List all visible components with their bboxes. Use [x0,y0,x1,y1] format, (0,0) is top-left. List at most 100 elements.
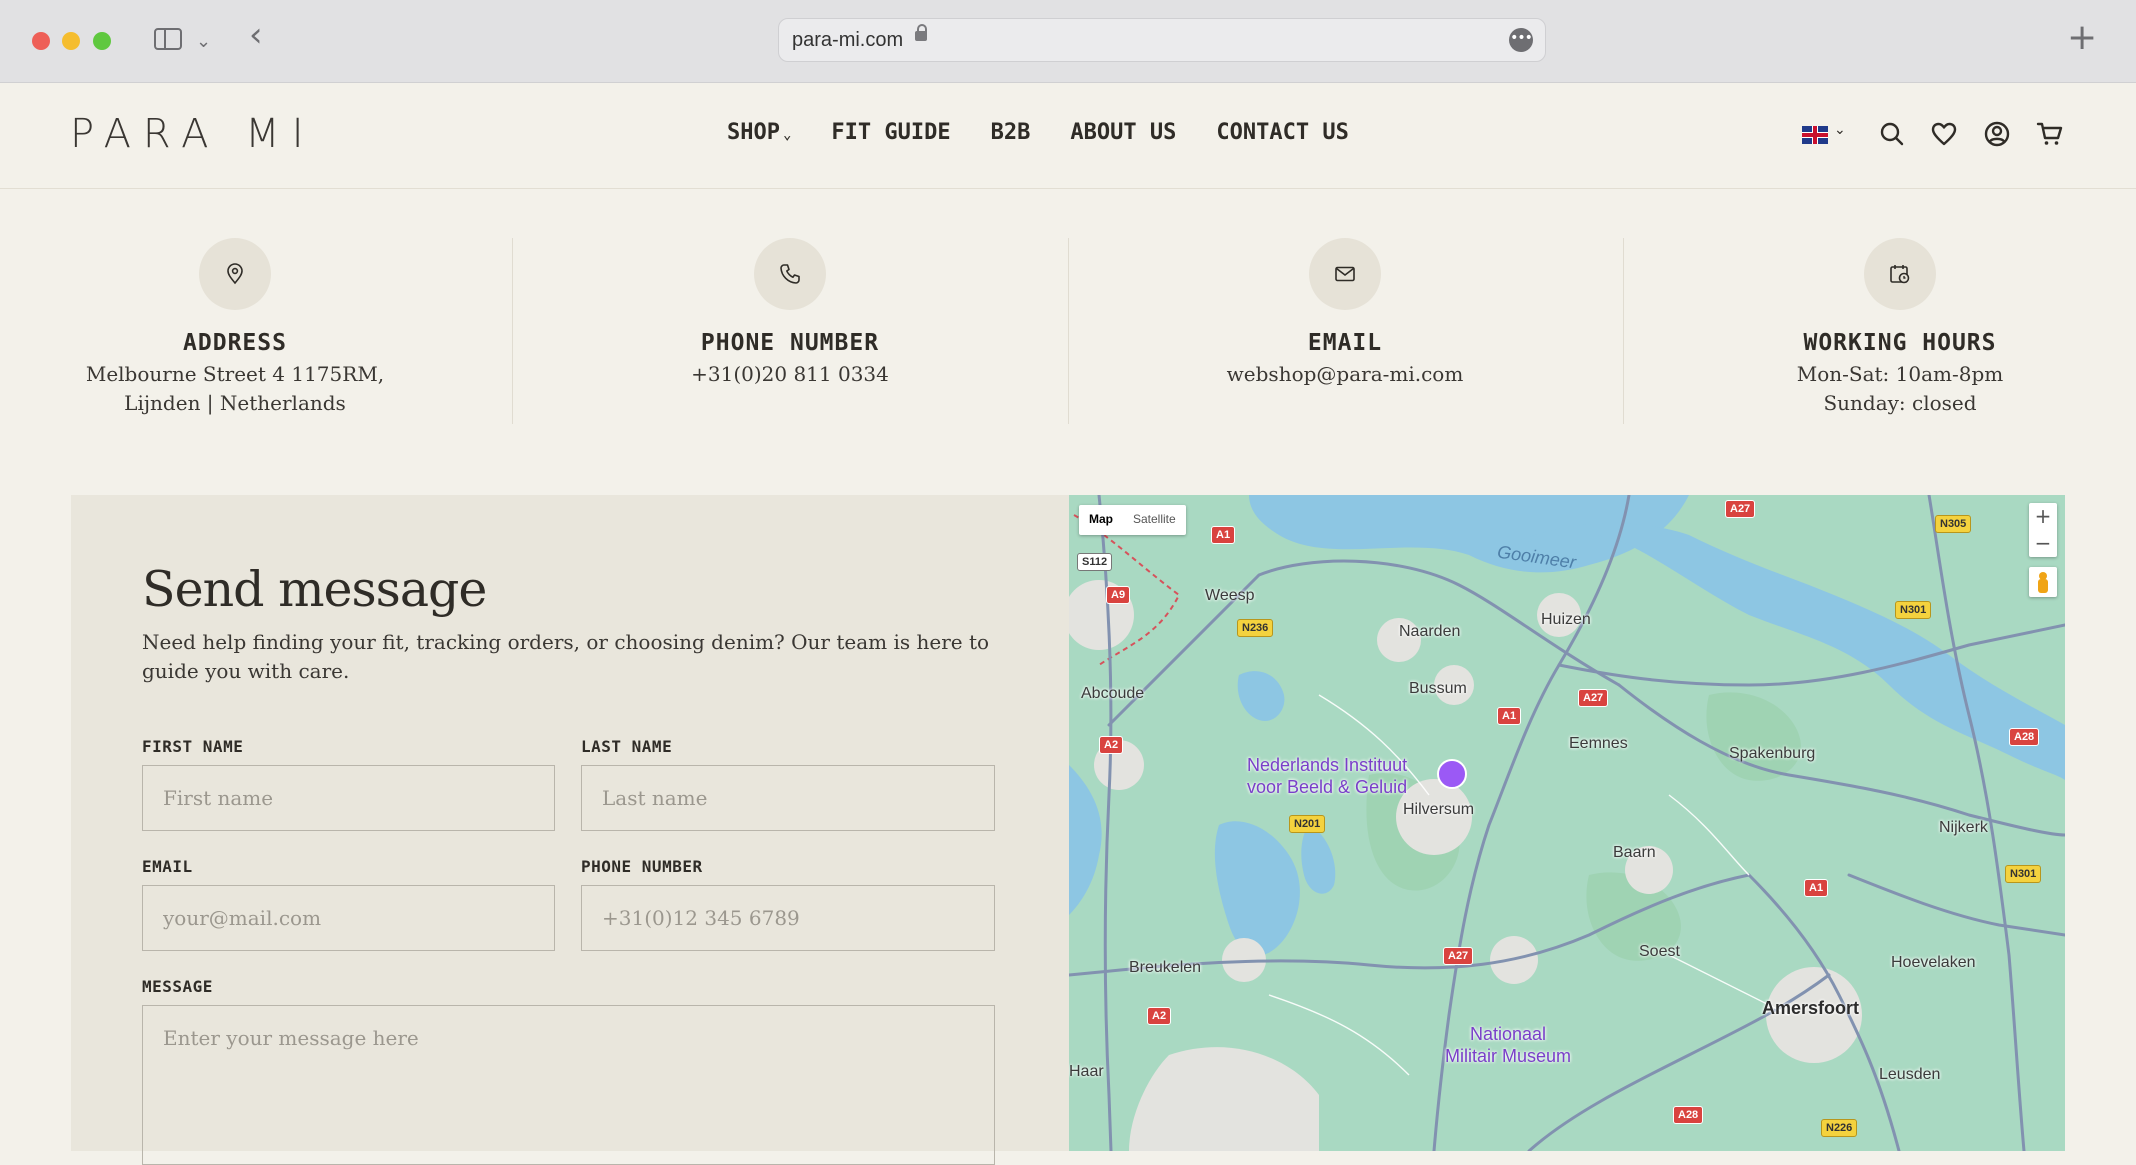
zoom-in-button[interactable]: + [2029,503,2057,530]
email-line[interactable]: webshop@para-mi.com [1068,364,1622,384]
nav-fit-guide[interactable]: FIT GUIDE [831,120,950,145]
map-label: Hoevelaken [1891,954,1976,971]
mail-icon [1309,238,1381,310]
lock-icon [915,24,927,41]
plus-icon[interactable]: + [2067,20,2097,56]
last-name-label: LAST NAME [581,737,673,756]
road-shield: A27 [1443,947,1474,965]
address-line1: Melbourne Street 4 1175RM, [85,362,385,386]
chevron-down-icon: ⌄ [782,127,792,143]
sidebar-icon[interactable] [154,28,182,50]
address-title: ADDRESS [183,330,287,356]
map-type-control: Map Satellite [1079,505,1186,535]
map-label: Haar [1069,1063,1104,1080]
url-text: para-mi.com [792,29,904,51]
map-label: Huizen [1541,611,1591,628]
road-shield: A27 [1725,500,1756,518]
map-label: Baarn [1613,844,1656,861]
send-message-form: Send message Need help finding your fit,… [71,495,1069,1165]
map-label: Bussum [1409,680,1467,697]
nav-b2b[interactable]: B2B [991,120,1031,145]
search-icon[interactable] [1878,120,1906,148]
account-icon[interactable] [1983,120,2011,148]
minimize-window-button[interactable] [62,32,80,50]
heart-icon[interactable] [1930,120,1958,148]
more-icon[interactable]: ••• [1509,28,1533,52]
poi-line: Nederlands Instituut [1247,755,1408,775]
uk-flag-icon[interactable] [1802,126,1828,144]
nav-shop[interactable]: SHOP ⌄ [727,120,791,145]
email-title: EMAIL [1307,330,1383,356]
last-name-input[interactable] [581,765,995,831]
message-textarea[interactable] [142,1005,995,1165]
road-shield: A2 [1099,736,1124,754]
chevron-down-icon[interactable]: ⌄ [1834,122,1846,138]
road-shield: N236 [1237,619,1274,637]
email-label: EMAIL [142,857,193,876]
maximize-window-button[interactable] [93,32,111,50]
map-label: Soest [1639,943,1680,960]
location-pin-icon [199,238,271,310]
poi-line: Nationaal [1469,1024,1547,1044]
map-label: Weesp [1205,587,1255,604]
hours-line2: Sunday: closed [1823,391,1977,415]
road-shield: N201 [1289,815,1326,833]
hours-block: WORKING HOURS Mon-Sat: 10am-8pm Sunday: … [1623,238,2136,413]
browser-toolbar: ⌄ ‹ para-mi.com ••• + [0,0,2136,83]
map-label: Hilversum [1403,801,1475,818]
logo[interactable]: PARA MI [70,111,315,157]
map-poi-label[interactable]: Nationaal Militair Museum [1445,1023,1571,1067]
form-description: Need help finding your fit, tracking ord… [142,630,990,683]
road-shield: N305 [1935,515,1972,533]
address-bar[interactable]: para-mi.com ••• [778,18,1546,62]
road-shield: A28 [1673,1106,1704,1124]
zoom-out-button[interactable]: − [2029,530,2057,557]
form-title: Send message [142,561,487,618]
road-shield: A1 [1211,526,1236,544]
hours-title: WORKING HOURS [1803,330,1997,356]
map-type-satellite[interactable]: Satellite [1123,505,1186,535]
site-header: PARA MI SHOP ⌄ FIT GUIDE B2B ABOUT US CON… [0,82,2136,189]
map-label: Naarden [1399,623,1461,640]
address-block: ADDRESS Melbourne Street 4 1175RM, Lijnd… [0,238,512,413]
first-name-input[interactable] [142,765,555,831]
nav-about-us[interactable]: ABOUT US [1070,120,1176,145]
road-shield: A2 [1147,1007,1172,1025]
cart-icon[interactable] [2036,120,2064,148]
calendar-clock-icon [1864,238,1936,310]
map-type-map[interactable]: Map [1079,505,1123,535]
chevron-down-icon[interactable]: ⌄ [196,31,211,52]
back-arrow-icon[interactable]: ‹ [249,18,263,52]
email-input[interactable] [142,885,555,951]
road-shield: N226 [1821,1119,1858,1137]
road-shield: N301 [2005,865,2042,883]
road-shield: A9 [1106,586,1131,604]
poi-line: Militair Museum [1445,1046,1572,1066]
map-poi-label[interactable]: Nederlands Instituut voor Beeld & Geluid [1247,754,1407,798]
map-label: Nijkerk [1939,819,1988,836]
road-shield: A1 [1804,879,1829,897]
road-shield: A1 [1497,707,1522,725]
phone-input[interactable] [581,885,995,951]
phone-block: PHONE NUMBER +31(0)20 811 0334 [513,238,1067,384]
nav-contact-us[interactable]: CONTACT US [1216,120,1348,145]
phone-icon [754,238,826,310]
main-nav: SHOP ⌄ FIT GUIDE B2B ABOUT US CONTACT US [727,120,1389,145]
map-label: Abcoude [1081,685,1145,702]
map-label: Amersfoort [1762,998,1860,1018]
hours-line1: Mon-Sat: 10am-8pm [1796,362,2004,386]
phone-title: PHONE NUMBER [700,330,880,356]
road-shield: A28 [2009,728,2040,746]
map-label: Leusden [1879,1066,1941,1083]
street-view-pegman-icon[interactable] [2029,567,2057,597]
poi-line: voor Beeld & Geluid [1247,777,1408,797]
nav-shop-label: SHOP [727,120,780,145]
museum-pin-icon[interactable] [1437,759,1467,789]
phone-label: PHONE NUMBER [581,857,703,876]
first-name-label: FIRST NAME [142,737,244,756]
map-label: Breukelen [1129,959,1202,976]
google-map[interactable]: Gooimeer Weesp Naarden Huizen Bussum Abc… [1069,495,2065,1151]
map-label: Eemnes [1569,735,1628,752]
phone-line[interactable]: +31(0)20 811 0334 [513,364,1067,384]
close-window-button[interactable] [32,32,50,50]
